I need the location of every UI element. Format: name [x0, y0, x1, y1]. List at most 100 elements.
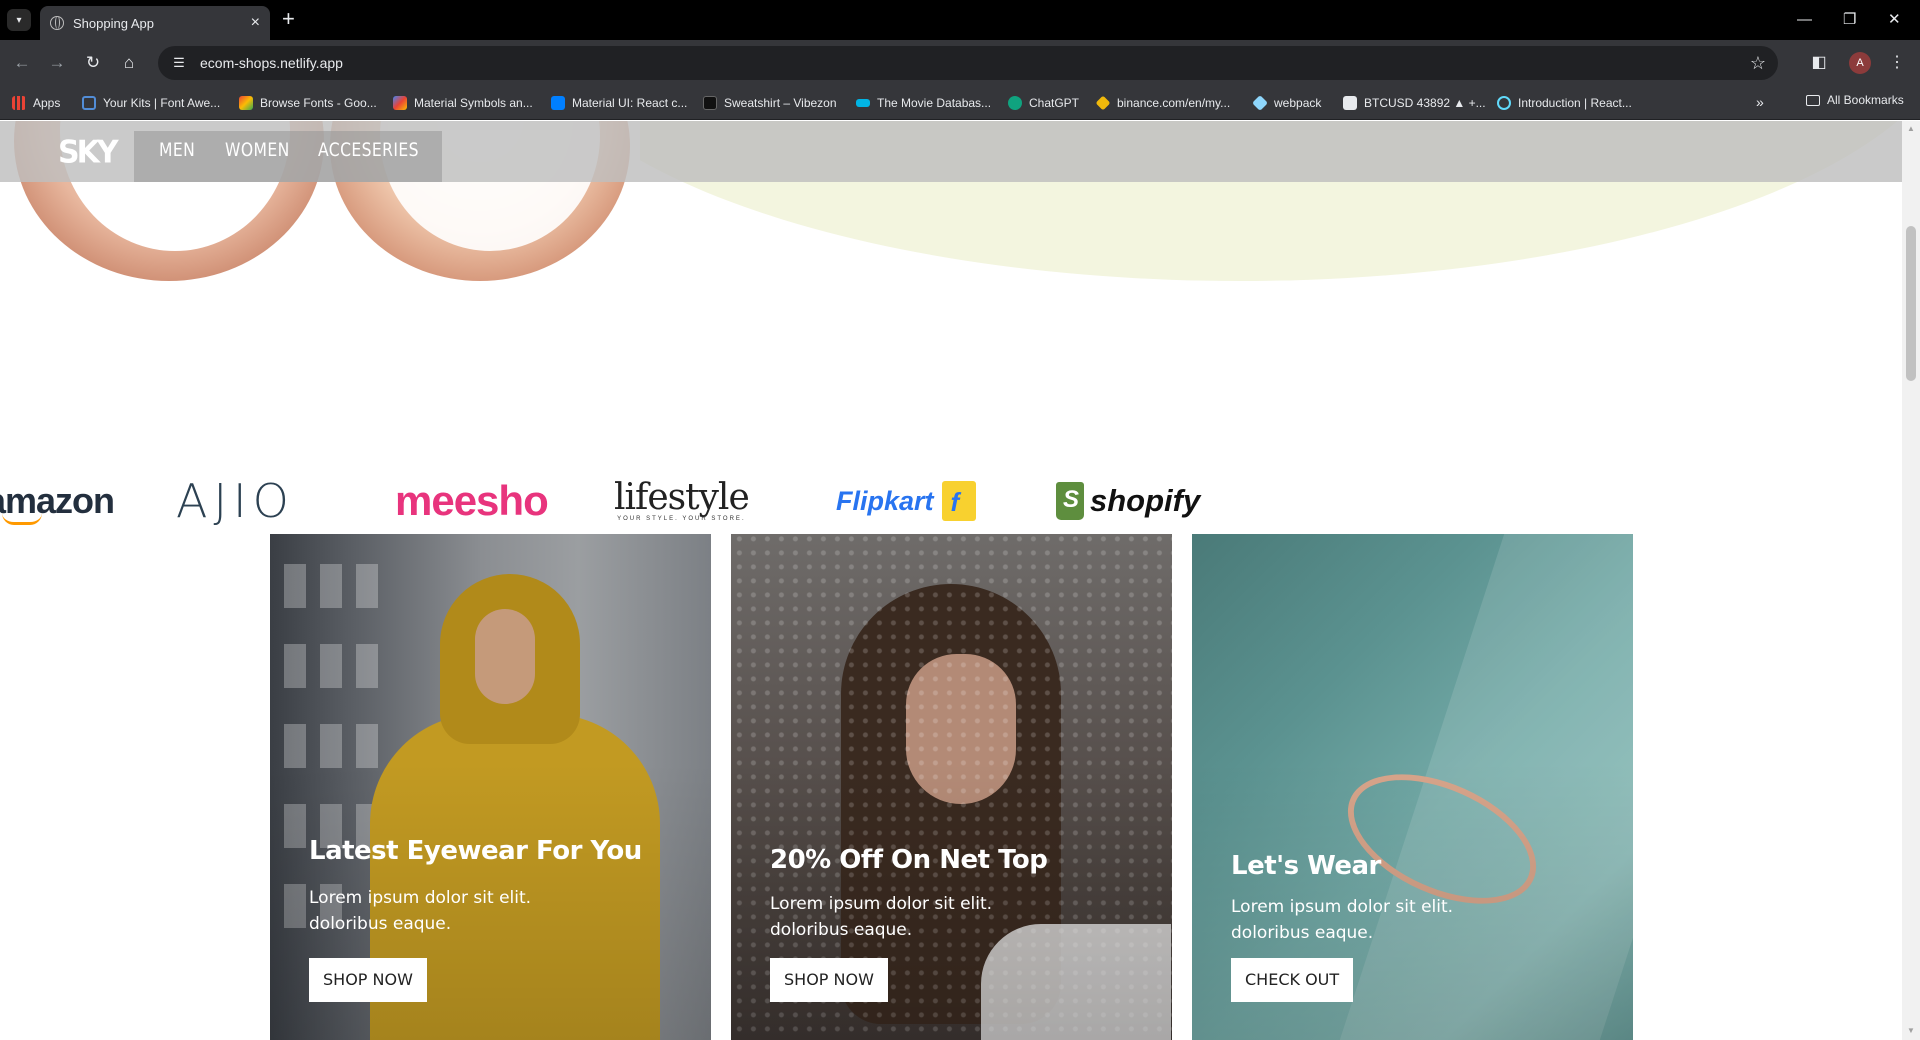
- bookmark-vibezon[interactable]: Sweatshirt – Vibezon: [703, 93, 837, 113]
- bookmark-label: Introduction | React...: [1518, 96, 1632, 110]
- back-arrow-icon[interactable]: ←: [11, 52, 33, 74]
- bookmark-star-icon[interactable]: ☆: [1750, 53, 1766, 74]
- flag-icon: [82, 96, 96, 110]
- card-title: Let's Wear: [1231, 851, 1381, 881]
- page-viewport: SKY MEN WOMEN ACCESERIES amazon AJIO mee…: [0, 121, 1902, 1040]
- check-out-button[interactable]: CHECK OUT: [1231, 958, 1354, 1002]
- tab-search-button[interactable]: ▾: [7, 9, 31, 31]
- bookmark-apps[interactable]: Apps: [12, 93, 60, 113]
- more-bookmarks-icon[interactable]: »: [1756, 94, 1764, 110]
- shop-now-button[interactable]: SHOP NOW: [309, 958, 427, 1002]
- bookmark-label: BTCUSD 43892 ▲ +...: [1364, 96, 1486, 110]
- react-icon: [1497, 96, 1511, 110]
- bookmark-label: binance.com/en/my...: [1117, 96, 1231, 110]
- profile-avatar[interactable]: A: [1849, 52, 1871, 74]
- mui-icon: [551, 96, 565, 110]
- ajio-wordmark: AJIO: [176, 474, 295, 528]
- site-navbar: SKY MEN WOMEN ACCESERIES: [0, 121, 1902, 182]
- brand-logo-amazon: amazon: [0, 471, 115, 531]
- all-bookmarks-button[interactable]: All Bookmarks: [1806, 93, 1904, 107]
- bookmark-label: Your Kits | Font Awe...: [103, 96, 221, 110]
- bookmark-tmdb[interactable]: The Movie Databas...: [856, 93, 991, 113]
- bookmark-font-awesome[interactable]: Your Kits | Font Awe...: [82, 93, 220, 113]
- bookmark-tradingview[interactable]: BTCUSD 43892 ▲ +...: [1343, 93, 1486, 113]
- bookmark-chatgpt[interactable]: ChatGPT: [1008, 93, 1079, 113]
- bookmark-label: webpack: [1274, 96, 1322, 110]
- home-icon[interactable]: ⌂: [118, 52, 140, 74]
- shop-now-button[interactable]: SHOP NOW: [770, 958, 888, 1002]
- bookmark-material-symbols[interactable]: Material Symbols an...: [393, 93, 533, 113]
- all-bookmarks-label: All Bookmarks: [1827, 93, 1904, 107]
- bookmark-google-fonts[interactable]: Browse Fonts - Goo...: [239, 93, 377, 113]
- browser-toolbar: ← → ↻ ⌂ ☰ ecom-shops.netlify.app ☆ ◧ A ⋮: [0, 40, 1920, 85]
- card-description: Lorem ipsum dolor sit elit. doloribus ea…: [770, 894, 993, 940]
- reload-icon[interactable]: ↻: [82, 52, 104, 74]
- flipkart-bag-icon: f: [941, 481, 976, 521]
- flipkart-wordmark: Flipkart: [836, 485, 934, 516]
- google-fonts-icon: [239, 96, 253, 110]
- promo-card-jewellery: Let's Wear Lorem ipsum dolor sit elit. d…: [1192, 534, 1633, 1040]
- scrollbar-thumb[interactable]: [1906, 226, 1916, 381]
- brand-logo-ajio: AJIO: [176, 471, 295, 531]
- shopify-wordmark: shopify: [1090, 483, 1201, 518]
- bookmark-label: Browse Fonts - Goo...: [260, 96, 377, 110]
- bookmark-label: Material Symbols an...: [414, 96, 533, 110]
- nav-link-accessories[interactable]: ACCESERIES: [318, 139, 419, 161]
- card-title: Latest Eyewear For You: [309, 836, 642, 866]
- bookmark-label: Material UI: React c...: [572, 96, 688, 110]
- browser-tab-strip: ▾ Shopping App × + — ❐ ✕: [0, 0, 1920, 40]
- chatgpt-icon: [1008, 96, 1022, 110]
- binance-icon: [1095, 95, 1111, 111]
- more-menu-icon[interactable]: ⋮: [1886, 52, 1908, 74]
- globe-icon: [50, 16, 64, 30]
- address-bar[interactable]: ☰ ecom-shops.netlify.app ☆: [158, 46, 1778, 80]
- url-text[interactable]: ecom-shops.netlify.app: [200, 55, 1750, 71]
- scroll-down-icon[interactable]: ▼: [1907, 1026, 1915, 1035]
- card-title: 20% Off On Net Top: [770, 845, 1048, 875]
- side-panel-icon[interactable]: ◧: [1808, 52, 1830, 74]
- site-logo[interactable]: SKY: [58, 134, 119, 171]
- bookmark-material-ui[interactable]: Material UI: React c...: [551, 93, 687, 113]
- bookmark-label: Sweatshirt – Vibezon: [724, 96, 837, 110]
- tmdb-icon: [856, 99, 870, 107]
- brand-logo-lifestyle: lifestyle YOUR STYLE. YOUR STORE.: [614, 471, 750, 531]
- bookmark-react[interactable]: Introduction | React...: [1497, 93, 1632, 113]
- promo-card-eyewear: Latest Eyewear For You Lorem ipsum dolor…: [270, 534, 711, 1040]
- google-fonts-icon: [393, 96, 407, 110]
- promo-card-net-top: 20% Off On Net Top Lorem ipsum dolor sit…: [731, 534, 1172, 1040]
- folder-icon: [1806, 94, 1820, 106]
- close-tab-icon[interactable]: ×: [251, 15, 260, 31]
- scroll-up-icon[interactable]: ▲: [1907, 124, 1915, 133]
- nav-link-women[interactable]: WOMEN: [225, 139, 290, 161]
- nav-link-men[interactable]: MEN: [159, 139, 195, 161]
- new-tab-button[interactable]: +: [282, 8, 295, 30]
- vibezon-icon: [703, 96, 717, 110]
- shopify-bag-icon: S: [1056, 482, 1084, 520]
- amazon-smile-icon: [2, 513, 42, 525]
- bookmark-binance[interactable]: binance.com/en/my...: [1095, 93, 1231, 113]
- bookmark-label: The Movie Databas...: [877, 96, 992, 110]
- bookmarks-bar: Apps Your Kits | Font Awe... Browse Font…: [0, 85, 1920, 120]
- tab-title: Shopping App: [73, 15, 154, 31]
- tradingview-icon: [1343, 96, 1357, 110]
- lifestyle-tagline: YOUR STYLE. YOUR STORE.: [617, 516, 746, 522]
- chevron-down-icon: ▾: [16, 14, 22, 26]
- brand-logo-shopify: S shopify: [1056, 471, 1200, 531]
- page-scrollbar[interactable]: ▲ ▼: [1902, 121, 1920, 1040]
- lifestyle-wordmark: lifestyle: [614, 477, 750, 518]
- bookmark-label: Apps: [33, 96, 61, 110]
- webpack-icon: [1252, 95, 1268, 111]
- card-description: Lorem ipsum dolor sit elit. doloribus ea…: [1231, 897, 1454, 943]
- brand-logo-flipkart: Flipkart f: [836, 471, 976, 531]
- apps-grid-icon: [12, 96, 26, 110]
- window-close-icon[interactable]: ✕: [1888, 10, 1901, 30]
- minimize-icon[interactable]: —: [1797, 10, 1812, 30]
- bookmark-webpack[interactable]: webpack: [1252, 93, 1322, 113]
- site-info-icon[interactable]: ☰: [168, 52, 190, 74]
- meesho-wordmark: meesho: [395, 477, 549, 524]
- card-description: Lorem ipsum dolor sit elit. doloribus ea…: [309, 888, 532, 934]
- browser-tab[interactable]: Shopping App ×: [40, 6, 270, 40]
- restore-icon[interactable]: ❐: [1843, 10, 1856, 30]
- bookmark-label: ChatGPT: [1029, 96, 1080, 110]
- forward-arrow-icon[interactable]: →: [46, 52, 68, 74]
